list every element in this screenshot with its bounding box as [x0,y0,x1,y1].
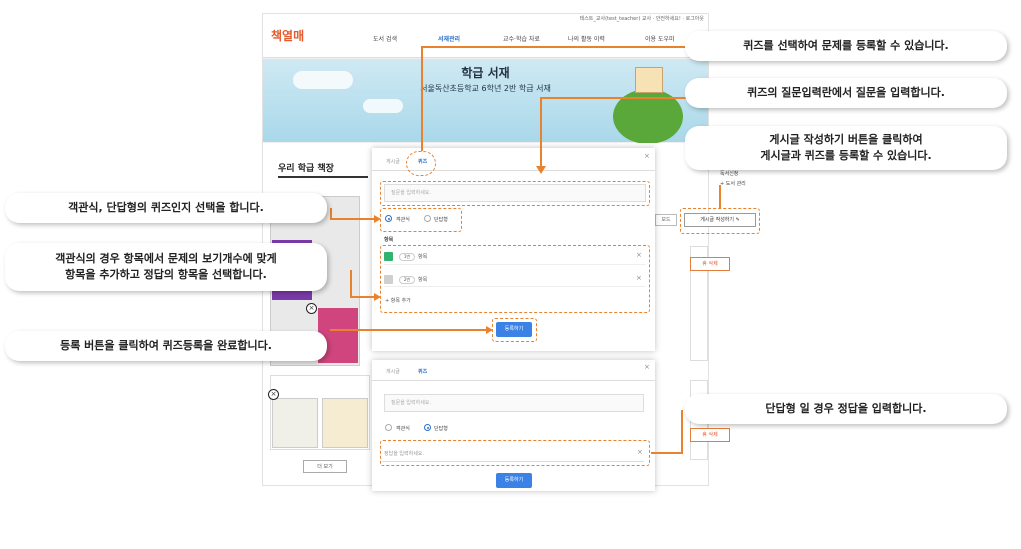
remove-book-icon[interactable]: × [268,389,279,400]
arrow-right-icon [486,326,493,334]
callout-submit-click: 등록 버튼을 클릭하여 퀴즈등록을 완료합니다. [5,331,327,361]
highlight-type-radio [380,208,462,232]
close-icon[interactable]: × [644,363,650,371]
callout-type-select: 객관식, 단답형의 퀴즈인지 선택을 합니다. [5,193,327,223]
connector-line [719,185,721,208]
submit-button[interactable]: 등록하기 [496,473,532,488]
tab-post[interactable]: 게시글 [386,158,400,165]
connector-line [421,46,423,151]
side-link-manage[interactable]: + 도서 관리 [720,180,746,187]
delete-button[interactable]: 휴 삭제 [690,428,730,442]
book-cover[interactable] [272,398,318,448]
connector-line [540,97,686,99]
main-navigation: 책열매 도서 검색 서재관리 교수·학습 자료 나의 활동 이력 이용 도우미 [263,24,708,58]
remove-book-icon[interactable]: × [306,303,317,314]
highlight-write-button [680,208,760,234]
callout-select-quiz: 퀴즈를 선택하여 문제를 등록할 수 있습니다. [685,31,1007,61]
quiz-modal-short-answer: 게시글 퀴즈 × 질문을 입력하세요. 객관식 단답형 정답을 입력하세요. ×… [372,360,655,491]
nav-book-search[interactable]: 도서 검색 [373,34,397,43]
callout-choice-items: 객관식의 경우 항목에서 문제의 보기개수에 맞게 항목을 추가하고 정답의 항… [5,243,327,291]
side-link-request[interactable]: 독서신청 [720,170,738,177]
callout-short-answer: 단답형 일 경우 정답을 입력합니다. [685,394,1007,424]
callout-question-input: 퀴즈의 질문입력란에서 질문을 입력합니다. [685,78,1007,108]
top-utility-bar: 테스트_교사(test_teacher) 교사 · 안전하세요! · 로그아웃 [263,14,708,24]
highlight-question-input [380,181,650,206]
nav-activity-history[interactable]: 나의 활동 이력 [568,34,605,43]
tab-quiz[interactable]: 퀴즈 [418,368,427,375]
nav-help[interactable]: 이용 도우미 [645,34,675,43]
tab-post[interactable]: 게시글 [386,368,400,375]
delete-button[interactable]: 휴 삭제 [690,257,730,271]
site-logo[interactable]: 책열매 [271,27,304,44]
hero-title: 학급 서재 [461,66,510,80]
arrow-right-icon [374,215,381,223]
tab-divider [372,380,655,381]
highlight-choice-items [380,245,650,313]
arrow-down-icon [536,166,546,174]
connector-line [330,329,490,331]
connector-line [330,218,378,220]
connector-line [421,46,686,48]
more-button[interactable]: 더 보기 [303,460,347,473]
radio-multiple-choice[interactable] [385,424,392,431]
connector-line [681,410,683,454]
board-button[interactable]: 보드 [655,214,677,226]
radio-label-multiple: 객관식 [396,426,410,432]
nav-library-manage[interactable]: 서재관리 [438,34,460,43]
section-underline [278,176,368,178]
items-label: 항목 [384,237,394,243]
connector-line [540,97,542,169]
section-title: 우리 학급 책장 [278,164,334,174]
highlight-quiz-tab [406,151,436,176]
close-icon[interactable]: × [644,152,650,160]
radio-label-short: 단답형 [434,426,448,432]
highlight-submit-button [492,318,537,342]
book-cover[interactable] [322,398,368,448]
question-input[interactable]: 질문을 입력하세요. [384,394,644,412]
connector-line [651,452,683,454]
cloud-decoration [363,99,403,113]
nav-teaching-materials[interactable]: 교수·학습 자료 [503,34,540,43]
hero-subtitle: 서울독산초등학교 6학년 2반 학급 서재 [420,84,551,93]
highlight-answer-input [380,440,650,466]
radio-short-answer[interactable] [424,424,431,431]
arrow-right-icon [374,293,381,301]
connector-line [350,270,352,297]
callout-write-post: 게시글 작성하기 버튼을 클릭하여 게시글과 퀴즈를 등록할 수 있습니다. [685,126,1007,170]
